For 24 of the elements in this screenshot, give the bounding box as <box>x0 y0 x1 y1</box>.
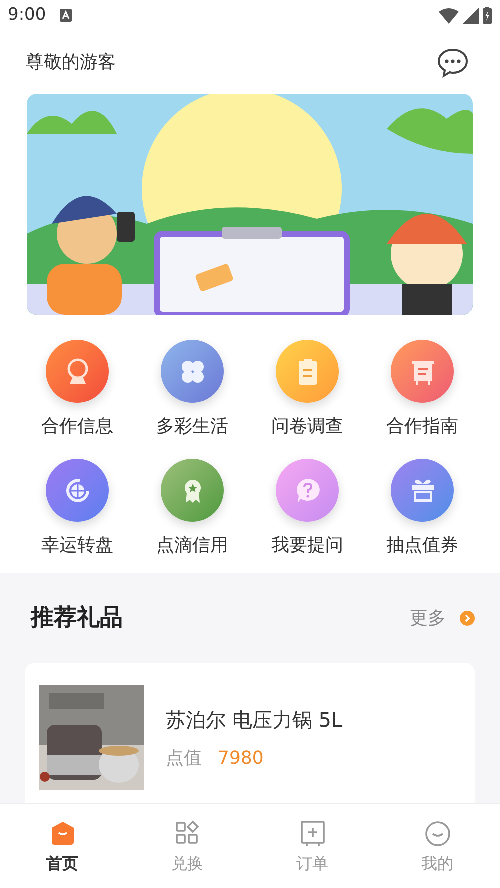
feature-button[interactable]: 点滴信用 <box>135 459 250 558</box>
feature-button[interactable]: 合作指南 <box>365 340 480 439</box>
product-name: 苏泊尔 电压力锅 5L <box>166 707 343 734</box>
signal-icon <box>463 8 479 24</box>
order-icon <box>298 820 326 848</box>
greeting-title: 尊敬的游客 <box>26 51 116 76</box>
chevron-right-icon <box>460 610 475 626</box>
feature-button[interactable]: 幸运转盘 <box>20 459 135 558</box>
message-button[interactable] <box>436 46 470 79</box>
feature-button[interactable]: 合作信息 <box>20 340 135 439</box>
points-value: 7980 <box>218 747 264 771</box>
wifi-icon <box>439 8 459 24</box>
section-title: 推荐礼品 <box>31 604 123 633</box>
tab-button[interactable]: 首页 <box>0 804 125 888</box>
feature-button[interactable]: 抽点值券 <box>365 459 480 558</box>
product-card[interactable]: 苏泊尔 电压力锅 5L 点值 7980 <box>25 663 475 803</box>
feature-button[interactable]: 问卷调查 <box>250 340 365 439</box>
smile-icon <box>424 820 452 848</box>
status-time: 9:00 <box>8 4 46 28</box>
points-label: 点值 <box>166 747 202 771</box>
battery-icon <box>483 7 492 24</box>
notification-icon <box>60 9 72 22</box>
feature-button[interactable]: 多彩生活 <box>135 340 250 439</box>
feature-button[interactable]: 我要提问 <box>250 459 365 558</box>
